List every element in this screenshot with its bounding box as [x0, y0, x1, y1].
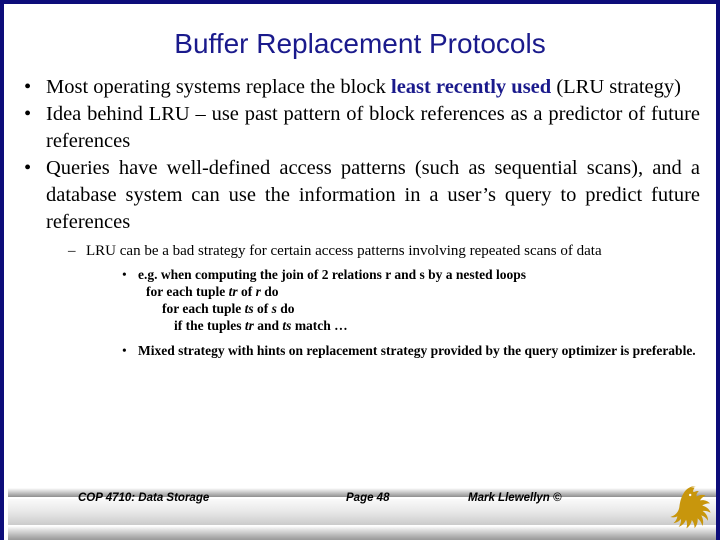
pseudocode-var: ts — [244, 301, 254, 316]
pseudocode-text: if the tuples — [174, 318, 245, 333]
bullet-marker-icon: • — [122, 267, 127, 282]
dash-marker-icon: – — [68, 243, 76, 259]
bullet-marker-icon: • — [24, 103, 32, 125]
bullet-item-queries-access-patterns: • Queries have well-defined access patte… — [14, 155, 708, 236]
pseudocode-text: and — [253, 318, 283, 333]
pseudocode-line-3: if the tuples tr and ts match … — [14, 317, 708, 334]
subbullet-item-lru-bad-strategy: – LRU can be a bad strategy for certain … — [14, 242, 708, 261]
page-title: Buffer Replacement Protocols — [174, 28, 546, 59]
bullet-item-idea-behind-lru: • Idea behind LRU – use past pattern of … — [14, 101, 708, 155]
pseudocode-var: tr — [244, 318, 254, 333]
bullet-marker-icon: • — [122, 343, 127, 358]
pseudocode-text: for each tuple — [162, 301, 245, 316]
slide: Buffer Replacement Protocols • Most oper… — [0, 0, 720, 540]
pseudocode-text: do — [260, 284, 279, 299]
bullet-text-pre: Most operating systems replace the block — [46, 76, 391, 98]
subsubbullet-item-mixed-strategy: • Mixed strategy with hints on replaceme… — [14, 342, 708, 359]
footer-page-number: Page 48 — [346, 492, 390, 504]
subsubbullet-text: Mixed strategy with hints on replacement… — [138, 343, 696, 358]
pseudocode-text: for each tuple — [146, 284, 229, 299]
subsubbullet-item-nested-loops: • e.g. when computing the join of 2 rela… — [14, 266, 708, 283]
bullet-text: Queries have well-defined access pattern… — [46, 157, 700, 233]
bullet-text: Idea behind LRU – use past pattern of bl… — [46, 103, 700, 152]
bullet-text-highlight: least recently used — [391, 76, 552, 98]
footer-author-label: Mark Llewellyn © — [468, 492, 562, 504]
bullet-marker-icon: • — [24, 76, 32, 98]
pseudocode-line-1: for each tuple tr of r do — [14, 283, 708, 300]
pseudocode-text: of — [253, 301, 272, 316]
pseudocode-line-2: for each tuple ts of s do — [14, 300, 708, 317]
footer-course-label: COP 4710: Data Storage — [78, 492, 210, 504]
pseudocode-text: match … — [291, 318, 348, 333]
slide-body: • Most operating systems replace the blo… — [14, 74, 708, 359]
footer-bottom-rule — [8, 525, 716, 540]
slide-footer: COP 4710: Data Storage Page 48 Mark Llew… — [4, 486, 716, 540]
bullet-item-lru-replace: • Most operating systems replace the blo… — [14, 74, 708, 101]
bullet-text-post: (LRU strategy) — [551, 76, 681, 98]
subsubbullet-text: e.g. when computing the join of 2 relati… — [138, 267, 527, 282]
bullet-marker-icon: • — [24, 157, 32, 179]
pseudocode-text: of — [237, 284, 256, 299]
subbullet-text: LRU can be a bad strategy for certain ac… — [86, 243, 602, 259]
pseudocode-text: do — [276, 301, 295, 316]
ucf-pegasus-logo-icon — [666, 482, 716, 538]
pseudocode-var: tr — [228, 284, 238, 299]
